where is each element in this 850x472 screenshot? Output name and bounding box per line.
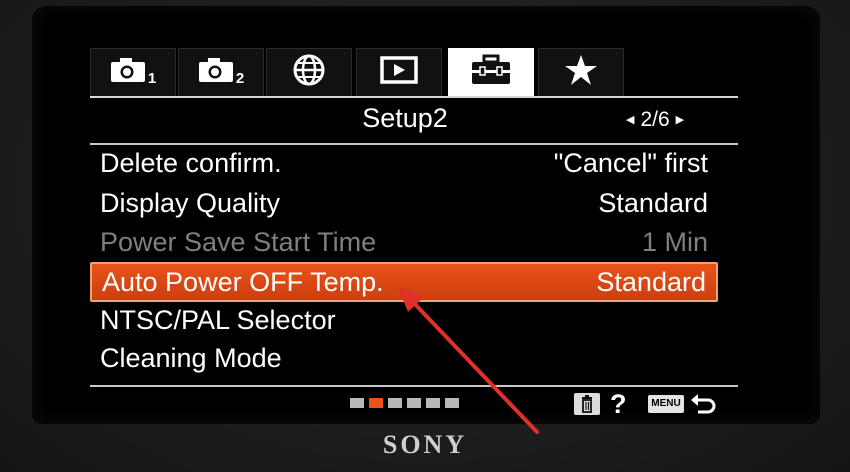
menu-item-display-quality[interactable]: Display Quality Standard <box>90 183 718 223</box>
tab-my-menu[interactable] <box>538 48 624 96</box>
menu-item-ntsc-pal-selector[interactable]: NTSC/PAL Selector <box>90 300 718 340</box>
back-icon[interactable] <box>688 390 718 425</box>
menu-item-value: "Cancel" first <box>553 147 708 178</box>
tab-playback[interactable] <box>356 48 442 96</box>
playback-icon <box>380 56 418 89</box>
tab-divider <box>90 96 738 98</box>
page-dot <box>445 398 459 408</box>
page-dot <box>388 398 402 408</box>
camera-icon <box>198 57 234 88</box>
camera-icon <box>110 57 146 88</box>
page-indicator[interactable]: ◀ 2/6 ▶ <box>626 108 736 132</box>
brand-logo: SONY <box>382 430 468 459</box>
menu-item-label: Delete confirm. <box>100 147 282 178</box>
page-dot <box>350 398 364 408</box>
page-title: Setup2 <box>362 103 448 133</box>
trash-icon[interactable] <box>574 393 600 415</box>
page-dots <box>350 398 459 408</box>
chevron-right-icon[interactable]: ▶ <box>676 108 684 132</box>
menu-item-label: Display Quality <box>100 187 281 218</box>
page-dot <box>426 398 440 408</box>
tab-number: 1 <box>147 70 157 87</box>
tab-network[interactable] <box>266 48 352 96</box>
tab-number: 2 <box>235 70 245 87</box>
menu-item-delete-confirm[interactable]: Delete confirm. "Cancel" first <box>90 143 718 183</box>
toolbox-icon <box>470 54 512 91</box>
tab-setup[interactable] <box>448 48 534 96</box>
star-icon <box>564 54 598 91</box>
divider <box>90 385 738 387</box>
tab-shooting-1[interactable]: 1 <box>90 48 176 96</box>
menu-item-label: Auto Power OFF Temp. <box>102 266 384 297</box>
menu-item-auto-power-off-temp[interactable]: Auto Power OFF Temp. Standard <box>90 262 718 302</box>
menu-item-label: Power Save Start Time <box>100 226 377 257</box>
menu-item-label: NTSC/PAL Selector <box>100 304 336 335</box>
tab-shooting-2[interactable]: 2 <box>178 48 264 96</box>
menu-item-label: Cleaning Mode <box>100 342 282 373</box>
menu-item-cleaning-mode[interactable]: Cleaning Mode <box>90 338 718 378</box>
page-number: 2/6 <box>640 108 670 131</box>
menu-item-value: Standard <box>596 266 706 297</box>
menu-button[interactable]: MENU <box>648 395 684 413</box>
globe-icon <box>292 53 326 92</box>
menu-item-power-save-start-time: Power Save Start Time 1 Min <box>90 222 718 262</box>
page-dot-active <box>369 398 383 408</box>
menu-item-value: Standard <box>598 187 708 218</box>
chevron-left-icon[interactable]: ◀ <box>626 108 634 132</box>
help-icon[interactable]: ? <box>610 388 627 420</box>
menu-item-value: 1 Min <box>641 226 708 257</box>
page-dot <box>407 398 421 408</box>
